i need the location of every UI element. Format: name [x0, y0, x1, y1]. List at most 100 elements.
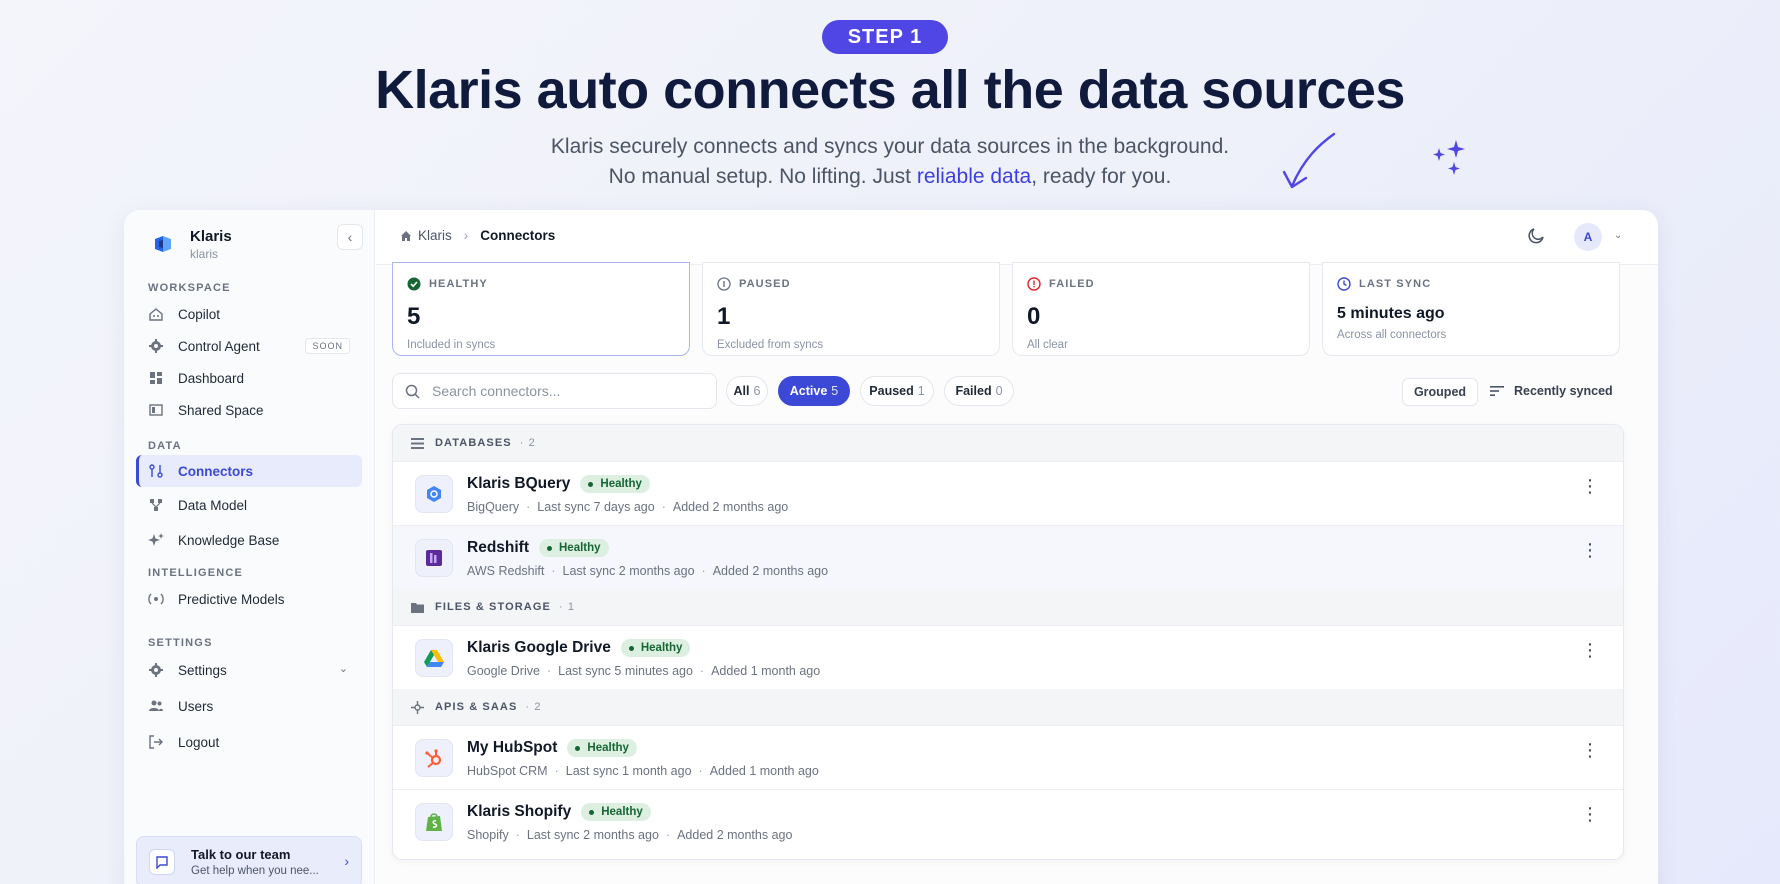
- filter-all[interactable]: All 6: [726, 376, 768, 406]
- meta-separator-icon: ·: [554, 764, 559, 778]
- status-text: Healthy: [640, 642, 683, 654]
- stat-card-healthy[interactable]: HEALTHY 5 Included in syncs: [392, 262, 690, 356]
- search-input[interactable]: [432, 383, 692, 399]
- stat-label-text: HEALTHY: [429, 278, 488, 290]
- sidebar-item-label: Dashboard: [178, 370, 245, 386]
- breadcrumb-separator-icon: ›: [463, 228, 469, 243]
- status-text: Healthy: [559, 542, 601, 554]
- status-badge: Healthy: [539, 539, 609, 557]
- chevron-right-icon: ›: [344, 853, 349, 869]
- theme-toggle-moon-icon[interactable]: [1528, 226, 1546, 244]
- status-text: Healthy: [600, 478, 642, 490]
- sidebar-item-label: Control Agent: [178, 338, 260, 354]
- more-options-icon[interactable]: ⋮: [1581, 541, 1599, 559]
- filter-failed[interactable]: Failed 0: [944, 376, 1014, 406]
- more-options-icon[interactable]: ⋮: [1581, 805, 1599, 823]
- sidebar-item-knowledge-base[interactable]: Knowledge Base: [136, 524, 362, 556]
- sidebar-item-label: Predictive Models: [178, 591, 285, 607]
- meta-separator-icon: ·: [698, 764, 703, 778]
- sidebar-item-data-model[interactable]: Data Model: [136, 489, 362, 521]
- grouped-toggle-button[interactable]: Grouped: [1402, 378, 1478, 406]
- connector-meta: BigQuery · Last sync 7 days ago · Added 2 mo…: [467, 500, 788, 514]
- topbar: Klaris › Connectors A ⌄: [376, 210, 1658, 265]
- sidebar-item-label: Data Model: [178, 497, 248, 513]
- group-header-apis-saas: APIS & SAAS · 2: [393, 689, 1623, 725]
- app-window: Klaris klaris ‹ WORKSPACE Copilot Contro…: [124, 210, 1658, 884]
- filter-label: Failed: [955, 384, 992, 398]
- avatar[interactable]: A: [1574, 223, 1602, 251]
- connector-last-sync: Last sync 5 minutes ago: [558, 664, 693, 678]
- talk-to-team-card[interactable]: Talk to our team Get help when you nee..…: [136, 836, 362, 884]
- chevron-down-icon[interactable]: ⌄: [1614, 230, 1622, 241]
- breadcrumb-root[interactable]: Klaris: [418, 228, 452, 243]
- sidebar-item-users[interactable]: Users: [136, 690, 362, 722]
- google-drive-logo-icon: [415, 639, 453, 677]
- sort-label: Recently synced: [1514, 384, 1613, 398]
- connector-source: Google Drive: [467, 664, 540, 678]
- table-row[interactable]: My HubSpot Healthy HubSpot CRM · Last sync …: [393, 725, 1623, 789]
- subtitle-line2-post: , ready for you.: [1031, 165, 1172, 188]
- sidebar-item-dashboard[interactable]: Dashboard: [136, 362, 362, 394]
- connector-name: Redshift Healthy: [467, 539, 609, 557]
- connector-last-sync: Last sync 1 month ago: [565, 764, 692, 778]
- bigquery-logo-icon: [415, 475, 453, 513]
- table-row[interactable]: Klaris Shopify Healthy Shopify · Last sync …: [393, 789, 1623, 853]
- status-badge: Healthy: [620, 639, 691, 657]
- connector-added: Added 2 months ago: [677, 828, 793, 842]
- brand[interactable]: Klaris klaris: [152, 224, 232, 264]
- search-box[interactable]: [392, 373, 717, 409]
- table-row[interactable]: Redshift Healthy AWS Redshift · Last sync 2…: [393, 525, 1623, 589]
- filter-count: 6: [753, 384, 761, 398]
- meta-separator-icon: ·: [701, 564, 706, 578]
- sidebar-item-logout[interactable]: Logout: [136, 726, 362, 758]
- stat-hint-failed: All clear: [1027, 339, 1068, 351]
- connector-name-text: Redshift: [467, 539, 529, 556]
- filter-active[interactable]: Active 5: [778, 376, 850, 406]
- connector-meta: HubSpot CRM · Last sync 1 month ago · Added …: [467, 764, 819, 778]
- hero-subtitle-line1: Klaris securely connects and syncs your …: [550, 135, 1230, 158]
- sidebar-item-control-agent[interactable]: Control Agent SOON: [136, 330, 362, 362]
- clock-icon: [1337, 277, 1351, 291]
- connector-name: My HubSpot Healthy: [467, 739, 637, 757]
- filter-paused[interactable]: Paused 1: [860, 376, 934, 406]
- sidebar-item-label: Logout: [178, 734, 220, 750]
- meta-separator-icon: ·: [699, 664, 705, 678]
- chevron-left-icon: ‹: [347, 229, 353, 245]
- collapse-sidebar-button[interactable]: ‹: [337, 224, 363, 250]
- stat-card-paused[interactable]: PAUSED 1 Excluded from syncs: [702, 262, 1000, 356]
- more-options-icon[interactable]: ⋮: [1581, 641, 1599, 659]
- sidebar-item-label: Settings: [178, 662, 227, 678]
- stat-label-text: LAST SYNC: [1359, 278, 1432, 290]
- filter-label: Active: [789, 384, 828, 398]
- table-row[interactable]: Klaris BQuery Healthy BigQuery · Last sync …: [393, 461, 1623, 525]
- sort-button[interactable]: Recently synced: [1490, 384, 1613, 398]
- soon-badge: SOON: [305, 338, 350, 354]
- pause-circle-icon: [717, 277, 731, 291]
- status-dot: [628, 645, 634, 651]
- sidebar-item-settings[interactable]: Settings ⌄: [136, 654, 362, 686]
- stat-value-last-sync: 5 minutes ago: [1337, 305, 1445, 322]
- more-options-icon[interactable]: ⋮: [1581, 741, 1599, 759]
- stat-card-failed[interactable]: FAILED 0 All clear: [1012, 262, 1310, 356]
- hero-subtitle-line2: No manual setup. No lifting. Just reliab…: [0, 162, 1780, 192]
- connector-added: Added 2 months ago: [712, 564, 829, 578]
- sidebar-item-connectors[interactable]: Connectors: [136, 455, 362, 487]
- group-label: APIS & SAAS: [435, 701, 518, 713]
- meta-separator-icon: ·: [661, 500, 666, 514]
- redshift-logo-icon: [415, 539, 453, 577]
- connector-name-text: My HubSpot: [467, 739, 558, 756]
- subtitle-accent: reliable data: [916, 165, 1032, 188]
- sparkles-icon: [1433, 140, 1465, 175]
- connector-source: HubSpot CRM: [467, 764, 548, 778]
- more-options-icon[interactable]: ⋮: [1581, 477, 1599, 495]
- hero-section: STEP 1 Klaris auto connects all the data…: [0, 0, 1780, 210]
- sidebar-item-copilot[interactable]: Copilot: [136, 298, 362, 330]
- sidebar-item-predictive-models[interactable]: Predictive Models: [136, 583, 362, 615]
- hubspot-logo-icon: [415, 739, 453, 777]
- connector-meta: Google Drive · Last sync 5 minutes ago · Add…: [467, 664, 820, 678]
- table-row[interactable]: Klaris Google Drive Healthy Google Drive ·…: [393, 625, 1623, 689]
- gear-icon: [148, 662, 164, 678]
- stat-card-last-sync[interactable]: LAST SYNC 5 minutes ago Across all conne…: [1322, 262, 1620, 356]
- sidebar-item-shared-space[interactable]: Shared Space: [136, 394, 362, 426]
- status-text: Healthy: [601, 806, 643, 818]
